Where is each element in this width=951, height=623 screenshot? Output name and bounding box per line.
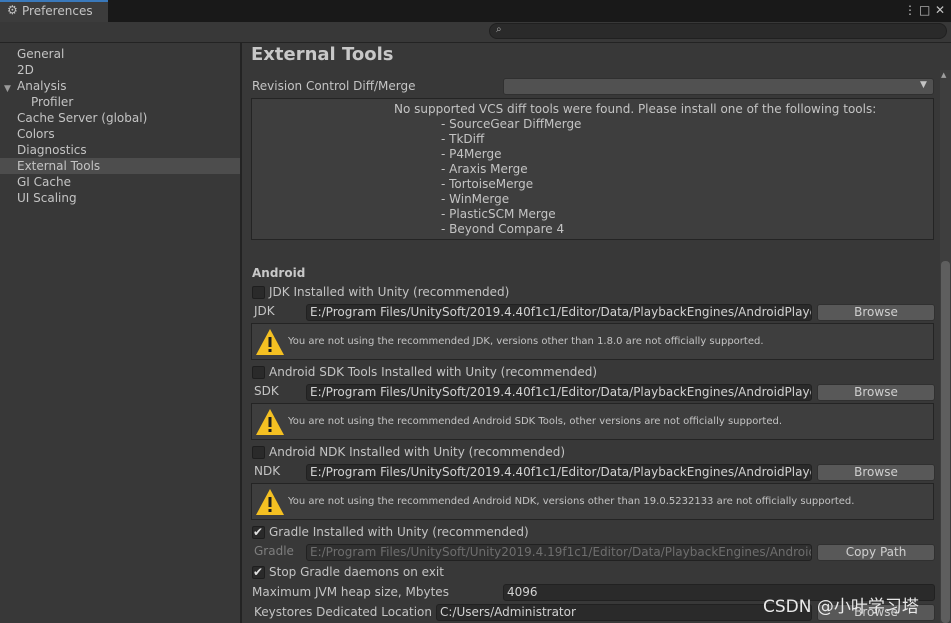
sidebar-item-cache-server[interactable]: Cache Server (global) xyxy=(0,110,240,126)
checkmark-icon: ✔ xyxy=(253,565,264,579)
revision-control-label: Revision Control Diff/Merge xyxy=(252,79,416,93)
sdk-path-field[interactable]: E:/Program Files/UnitySoft/2019.4.40f1c1… xyxy=(306,384,812,401)
sidebar-item-external-tools[interactable]: External Tools xyxy=(0,158,240,174)
checkmark-icon: ✔ xyxy=(253,525,264,539)
jdk-checkbox[interactable] xyxy=(252,286,265,299)
vcs-tool-item: - Beyond Compare 4 xyxy=(441,222,565,236)
sidebar-item-gi-cache[interactable]: GI Cache xyxy=(0,174,240,190)
warning-icon xyxy=(256,489,284,515)
jdk-path-field[interactable]: E:/Program Files/UnitySoft/2019.4.40f1c1… xyxy=(306,304,812,321)
warning-icon xyxy=(256,329,284,355)
keystores-path-field[interactable]: C:/Users/Administrator xyxy=(436,604,812,621)
sidebar-item-analysis[interactable]: Analysis xyxy=(0,78,240,94)
search-input[interactable] xyxy=(489,23,947,39)
vcs-message: No supported VCS diff tools were found. … xyxy=(394,102,877,116)
sidebar-item-general[interactable]: General xyxy=(0,46,240,62)
warning-icon xyxy=(256,409,284,435)
ndk-checkbox-label: Android NDK Installed with Unity (recomm… xyxy=(269,445,566,459)
vcs-tool-item: - TortoiseMerge xyxy=(441,177,534,191)
ndk-label: NDK xyxy=(254,464,281,478)
vcs-tool-item: - SourceGear DiffMerge xyxy=(441,117,582,131)
close-icon[interactable]: ✕ xyxy=(935,3,945,17)
jdk-checkbox-label: JDK Installed with Unity (recommended) xyxy=(269,285,510,299)
jdk-warning-text: You are not using the recommended JDK, v… xyxy=(288,336,764,347)
ndk-warning-text: You are not using the recommended Androi… xyxy=(288,496,855,507)
sidebar-item-profiler[interactable]: Profiler xyxy=(0,94,240,110)
jdk-label: JDK xyxy=(254,304,275,318)
scrollbar-thumb[interactable] xyxy=(941,261,950,623)
watermark: CSDN @小叶学习塔 xyxy=(763,597,919,617)
sidebar-item-diagnostics[interactable]: Diagnostics xyxy=(0,142,240,158)
gradle-copy-path-button[interactable]: Copy Path xyxy=(817,544,935,561)
sdk-browse-button[interactable]: Browse xyxy=(817,384,935,401)
revision-control-dropdown[interactable] xyxy=(503,78,934,95)
dropdown-arrow-icon: ▼ xyxy=(920,80,927,90)
scroll-up-icon[interactable]: ▲ xyxy=(941,71,946,79)
ndk-checkbox[interactable] xyxy=(252,446,265,459)
stop-gradle-label: Stop Gradle daemons on exit xyxy=(269,565,444,579)
jvm-heap-label: Maximum JVM heap size, Mbytes xyxy=(252,585,449,599)
sdk-checkbox[interactable] xyxy=(252,366,265,379)
vcs-tool-item: - PlasticSCM Merge xyxy=(441,207,556,221)
gradle-label: Gradle xyxy=(254,544,294,558)
vcs-tool-item: - TkDiff xyxy=(441,132,485,146)
maximize-icon[interactable]: □ xyxy=(919,3,930,17)
vcs-tool-item: - Araxis Merge xyxy=(441,162,528,176)
vcs-help-box xyxy=(251,98,934,240)
sidebar-item-colors[interactable]: Colors xyxy=(0,126,240,142)
ndk-browse-button[interactable]: Browse xyxy=(817,464,935,481)
sdk-warning-text: You are not using the recommended Androi… xyxy=(288,416,783,427)
vcs-tool-item: - P4Merge xyxy=(441,147,502,161)
vcs-tool-item: - WinMerge xyxy=(441,192,510,206)
gear-icon: ⚙ xyxy=(7,3,18,17)
title-bar xyxy=(0,0,951,22)
menu-icon[interactable]: ⋮ xyxy=(904,3,916,17)
android-section-header: Android xyxy=(252,266,306,280)
page-title: External Tools xyxy=(251,44,394,65)
gradle-checkbox-label: Gradle Installed with Unity (recommended… xyxy=(269,525,529,539)
keystores-label: Keystores Dedicated Location xyxy=(254,605,432,619)
sidebar-item-ui-scaling[interactable]: UI Scaling xyxy=(0,190,240,206)
search-icon: ⌕ xyxy=(496,24,502,35)
gradle-path-field: E:/Program Files/UnitySoft/Unity2019.4.1… xyxy=(306,544,812,561)
ndk-path-field[interactable]: E:/Program Files/UnitySoft/2019.4.40f1c1… xyxy=(306,464,812,481)
sidebar-item-2d[interactable]: 2D xyxy=(0,62,240,78)
jdk-browse-button[interactable]: Browse xyxy=(817,304,935,321)
sdk-label: SDK xyxy=(254,384,279,398)
sdk-checkbox-label: Android SDK Tools Installed with Unity (… xyxy=(269,365,598,379)
tab-title: Preferences xyxy=(22,4,93,18)
